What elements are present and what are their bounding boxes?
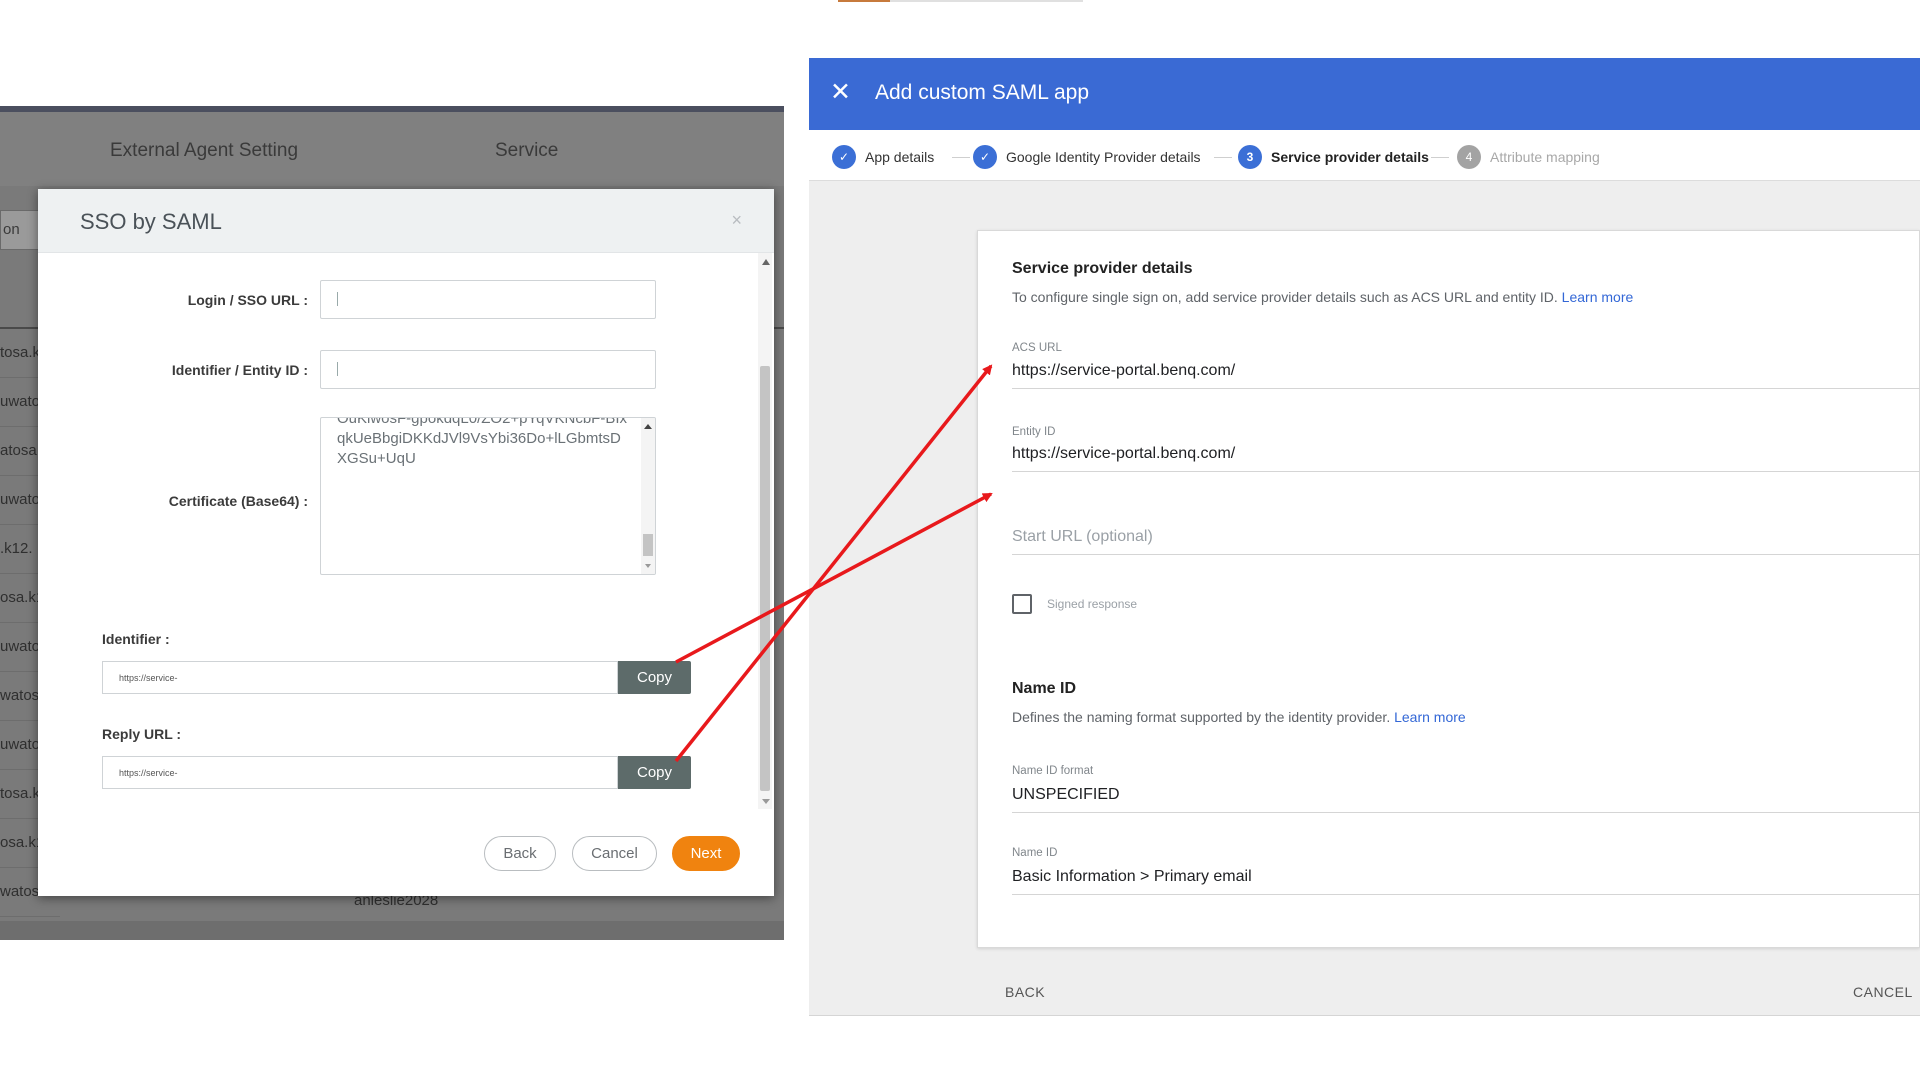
start-url-input[interactable]: Start URL (optional) — [1012, 528, 1153, 546]
field-underline — [1012, 388, 1920, 389]
identifier-field[interactable]: https://service- — [102, 661, 618, 694]
step-label: Service provider details — [1271, 149, 1429, 165]
close-icon[interactable]: × — [731, 210, 742, 231]
modal-header: SSO by SAML × — [38, 189, 774, 253]
step-google-idp-details[interactable]: ✓ Google Identity Provider details — [973, 145, 1201, 169]
back-button[interactable]: BACK — [1005, 984, 1045, 1000]
field-underline — [1012, 894, 1920, 895]
scroll-thumb[interactable] — [643, 534, 653, 556]
field-underline — [1012, 471, 1920, 472]
signed-response-label: Signed response — [1047, 597, 1138, 611]
modal-scrollbar[interactable] — [758, 253, 772, 809]
section-heading: Service provider details — [1012, 260, 1193, 277]
filter-field-text: on — [3, 221, 20, 238]
field-underline — [1012, 812, 1920, 813]
cancel-button[interactable]: CANCEL — [1853, 984, 1913, 1000]
certificate-textarea[interactable]: OuKlwosF-gpokdqL0/ZO2+pYqVKNcbF-BIxqkUeB… — [320, 417, 656, 575]
identifier-label: Identifier : — [102, 631, 170, 647]
entity-id-input[interactable] — [320, 350, 656, 389]
text-caret — [337, 362, 338, 376]
learn-more-link[interactable]: Learn more — [1562, 289, 1634, 305]
back-button[interactable]: Back — [484, 836, 556, 871]
entity-id-label: Identifier / Entity ID : — [171, 362, 308, 378]
certificate-scrollbar[interactable] — [641, 418, 655, 574]
check-icon: ✓ — [973, 145, 997, 169]
acs-url-input[interactable]: https://service-portal.benq.com/ — [1012, 362, 1235, 380]
step-number: 4 — [1457, 145, 1481, 169]
field-underline — [1012, 554, 1920, 555]
tab-service[interactable]: Service — [495, 140, 558, 162]
app-footer — [0, 921, 784, 940]
stepper: ✓ App details ✓ Google Identity Provider… — [809, 130, 1920, 181]
step-separator — [952, 157, 970, 158]
close-icon[interactable]: ✕ — [830, 80, 851, 105]
check-icon: ✓ — [832, 145, 856, 169]
text-caret — [337, 292, 338, 306]
dialog-title: Add custom SAML app — [875, 81, 1089, 104]
copy-reply-url-button[interactable]: Copy — [618, 756, 691, 789]
reply-url-label: Reply URL : — [102, 726, 182, 742]
entity-id-label: Entity ID — [1012, 426, 1056, 438]
scroll-down-icon[interactable] — [762, 799, 770, 804]
step-label: Google Identity Provider details — [1006, 149, 1201, 165]
certificate-label: Certificate (Base64) : — [168, 493, 308, 509]
scroll-thumb[interactable] — [760, 366, 770, 791]
section-description: To configure single sign on, add service… — [1012, 289, 1634, 305]
login-sso-url-input[interactable] — [320, 280, 656, 319]
nameid-select[interactable]: Basic Information > Primary email — [1012, 868, 1252, 886]
step-number: 3 — [1238, 145, 1262, 169]
sso-saml-modal: SSO by SAML × Login / SSO URL : Identifi… — [38, 189, 774, 896]
entity-id-input[interactable]: https://service-portal.benq.com/ — [1012, 445, 1235, 463]
copy-identifier-button[interactable]: Copy — [618, 661, 691, 694]
app-header: External Agent Setting Service — [0, 112, 784, 186]
nameid-format-label: Name ID format — [1012, 765, 1094, 777]
cancel-button[interactable]: Cancel — [572, 836, 657, 871]
dialog-topbar: ✕ Add custom SAML app — [809, 58, 1920, 130]
step-label: App details — [865, 149, 935, 165]
signed-response-checkbox[interactable] — [1012, 594, 1032, 614]
nameid-format-select[interactable]: UNSPECIFIED — [1012, 786, 1120, 804]
step-label: Attribute mapping — [1490, 149, 1600, 165]
step-service-provider-details[interactable]: 3 Service provider details — [1238, 145, 1429, 169]
acs-url-label: ACS URL — [1012, 342, 1062, 354]
login-sso-url-label: Login / SSO URL : — [187, 292, 308, 308]
next-button[interactable]: Next — [672, 836, 740, 871]
step-separator — [1431, 157, 1449, 158]
nameid-description: Defines the naming format supported by t… — [1012, 709, 1466, 725]
scroll-up-icon[interactable] — [644, 424, 652, 429]
scroll-down-icon[interactable] — [645, 564, 651, 568]
modal-title: SSO by SAML — [80, 209, 222, 234]
google-admin-panel: ✕ Add custom SAML app ✓ App details ✓ Go… — [809, 58, 1920, 1016]
nameid-heading: Name ID — [1012, 680, 1077, 697]
scroll-up-icon[interactable] — [762, 259, 770, 265]
step-separator — [1214, 157, 1232, 158]
nameid-label: Name ID — [1012, 847, 1058, 859]
step-app-details[interactable]: ✓ App details — [832, 145, 934, 169]
learn-more-link[interactable]: Learn more — [1394, 709, 1466, 725]
top-strip-accent — [838, 0, 890, 2]
tab-external-agent-setting[interactable]: External Agent Setting — [110, 140, 298, 162]
service-provider-card: Service provider details To configure si… — [977, 230, 1920, 948]
reply-url-field[interactable]: https://service- — [102, 756, 618, 789]
certificate-value: OuKlwosF-gpokdqL0/ZO2+pYqVKNcbF-BIxqkUeB… — [337, 417, 628, 467]
step-attribute-mapping[interactable]: 4 Attribute mapping — [1457, 145, 1600, 169]
